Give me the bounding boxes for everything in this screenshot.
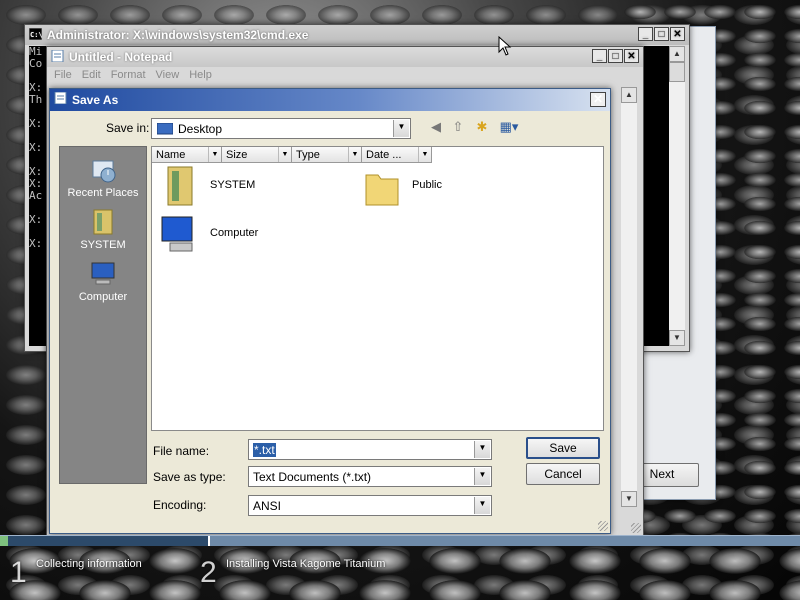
list-item[interactable]: Public bbox=[362, 165, 442, 212]
minimize-button[interactable]: _ bbox=[592, 49, 607, 63]
menu-view[interactable]: View bbox=[151, 68, 185, 82]
save-button[interactable]: Save bbox=[526, 437, 600, 459]
save-as-title: Save As bbox=[72, 93, 119, 107]
place-label: Recent Places bbox=[67, 187, 139, 199]
scroll-up-arrow[interactable]: ▲ bbox=[621, 87, 637, 103]
save-as-titlebar[interactable]: Save As ✕ bbox=[50, 89, 610, 111]
new-folder-icon[interactable]: ✱ bbox=[473, 119, 491, 135]
up-folder-icon[interactable]: ⇧ bbox=[449, 119, 467, 135]
progress-step1-segment bbox=[0, 536, 208, 546]
column-size-label: Size bbox=[226, 149, 248, 161]
save-type-label: Save as type: bbox=[153, 470, 226, 484]
svg-text:C:\: C:\ bbox=[30, 31, 42, 39]
column-type-label: Type bbox=[296, 149, 320, 161]
notepad-icon bbox=[54, 92, 67, 104]
menu-format[interactable]: Format bbox=[106, 68, 151, 82]
progress-indicator bbox=[0, 536, 8, 546]
desktop-icon bbox=[157, 123, 173, 135]
item-label: Computer bbox=[210, 227, 259, 239]
step-label: Installing Vista Kagome Titanium bbox=[226, 558, 386, 570]
list-item[interactable]: Computer bbox=[156, 213, 258, 260]
maximize-button[interactable]: □ bbox=[654, 27, 669, 41]
close-button[interactable]: ✕ bbox=[624, 49, 639, 63]
resize-grip[interactable] bbox=[598, 521, 608, 531]
computer-icon bbox=[161, 216, 193, 252]
chevron-down-icon[interactable]: ▼ bbox=[474, 441, 490, 458]
place-recent-places[interactable]: Recent Places bbox=[60, 155, 146, 199]
scroll-up-arrow[interactable]: ▲ bbox=[669, 46, 685, 62]
cmd-titlebar[interactable]: C:\ Administrator: X:\windows\system32\c… bbox=[25, 25, 689, 45]
encoding-dropdown[interactable]: ANSI ▼ bbox=[248, 495, 492, 516]
cmd-scrollbar[interactable]: ▲ ▼ bbox=[669, 46, 685, 346]
sort-icon[interactable]: ▼ bbox=[348, 147, 361, 162]
chevron-down-icon[interactable]: ▼ bbox=[474, 497, 490, 514]
notepad-title: Untitled - Notepad bbox=[69, 50, 173, 64]
column-size[interactable]: Size ▼ bbox=[222, 147, 292, 163]
item-label: SYSTEM bbox=[210, 179, 256, 191]
recent-places-icon bbox=[92, 160, 116, 183]
scroll-down-arrow[interactable]: ▼ bbox=[669, 330, 685, 346]
save-in-value: Desktop bbox=[178, 122, 223, 136]
column-date[interactable]: Date ... ▼ bbox=[362, 147, 432, 163]
save-type-dropdown[interactable]: Text Documents (*.txt) ▼ bbox=[248, 466, 492, 487]
save-as-dialog[interactable]: Save As ✕ Save in: Desktop ▼ ◀ ⇧ ✱ ▦▾ Re… bbox=[49, 88, 611, 534]
sort-icon[interactable]: ▼ bbox=[208, 147, 221, 162]
chevron-down-icon[interactable]: ▼ bbox=[474, 468, 490, 485]
chevron-down-icon[interactable]: ▼ bbox=[393, 120, 409, 137]
step-label: Collecting information bbox=[36, 558, 142, 570]
back-icon[interactable]: ◀ bbox=[427, 119, 445, 135]
notepad-titlebar[interactable]: Untitled - Notepad _ □ ✕ bbox=[47, 47, 643, 67]
encoding-value: ANSI bbox=[253, 499, 282, 513]
notepad-scrollbar[interactable]: ▲ ▼ bbox=[621, 87, 637, 507]
mouse-cursor-icon bbox=[498, 36, 512, 56]
place-system[interactable]: SYSTEM bbox=[60, 207, 146, 251]
menu-help[interactable]: Help bbox=[184, 68, 217, 82]
close-button[interactable]: ✕ bbox=[670, 27, 685, 41]
maximize-button[interactable]: □ bbox=[608, 49, 623, 63]
file-name-label: File name: bbox=[153, 444, 210, 458]
column-date-label: Date ... bbox=[366, 149, 402, 161]
resize-grip[interactable] bbox=[631, 523, 641, 533]
close-button[interactable]: ✕ bbox=[590, 92, 606, 107]
progress-divider bbox=[208, 536, 210, 546]
save-in-dropdown[interactable]: Desktop ▼ bbox=[151, 118, 411, 139]
place-label: Computer bbox=[78, 291, 128, 303]
column-name[interactable]: Name ▼ bbox=[152, 147, 222, 163]
minimize-button[interactable]: _ bbox=[638, 27, 653, 41]
cmd-icon: C:\ bbox=[29, 28, 42, 40]
file-name-input[interactable]: *.txt ▼ bbox=[248, 439, 492, 460]
setup-step-1: 1 Collecting information bbox=[10, 556, 200, 596]
setup-progress-bar bbox=[0, 535, 800, 546]
save-type-value: Text Documents (*.txt) bbox=[253, 470, 372, 484]
place-computer[interactable]: Computer bbox=[60, 259, 146, 303]
encoding-label: Encoding: bbox=[153, 498, 207, 512]
places-bar: Recent Places SYSTEM Computer bbox=[59, 146, 147, 484]
menu-file[interactable]: File bbox=[49, 68, 77, 82]
menu-edit[interactable]: Edit bbox=[77, 68, 106, 82]
cancel-button[interactable]: Cancel bbox=[526, 463, 600, 485]
sort-icon[interactable]: ▼ bbox=[278, 147, 291, 162]
save-in-label: Save in: bbox=[106, 121, 150, 135]
step-number: 1 bbox=[10, 556, 27, 589]
list-item[interactable]: SYSTEM bbox=[160, 165, 255, 212]
user-folder-icon bbox=[93, 209, 113, 235]
scroll-thumb[interactable] bbox=[669, 62, 685, 82]
step-number: 2 bbox=[200, 556, 217, 589]
user-folder-icon bbox=[167, 166, 193, 206]
sort-icon[interactable]: ▼ bbox=[418, 147, 431, 162]
setup-step-2: 2 Installing Vista Kagome Titanium bbox=[200, 556, 460, 596]
cmd-title: Administrator: X:\windows\system32\cmd.e… bbox=[47, 28, 309, 42]
column-type[interactable]: Type ▼ bbox=[292, 147, 362, 163]
scroll-down-arrow[interactable]: ▼ bbox=[621, 491, 637, 507]
item-label: Public bbox=[412, 179, 442, 191]
file-list[interactable]: Name ▼ Size ▼ Type ▼ Date ... ▼ SYSTEM Publi… bbox=[151, 146, 604, 431]
notepad-icon bbox=[51, 50, 64, 62]
computer-icon bbox=[91, 262, 115, 285]
view-menu-icon[interactable]: ▦▾ bbox=[497, 119, 521, 135]
notepad-menubar: File Edit Format View Help bbox=[49, 67, 641, 85]
folder-icon bbox=[365, 174, 399, 206]
column-name-label: Name bbox=[156, 149, 186, 161]
place-label: SYSTEM bbox=[80, 239, 126, 251]
file-name-value: *.txt bbox=[253, 443, 276, 457]
